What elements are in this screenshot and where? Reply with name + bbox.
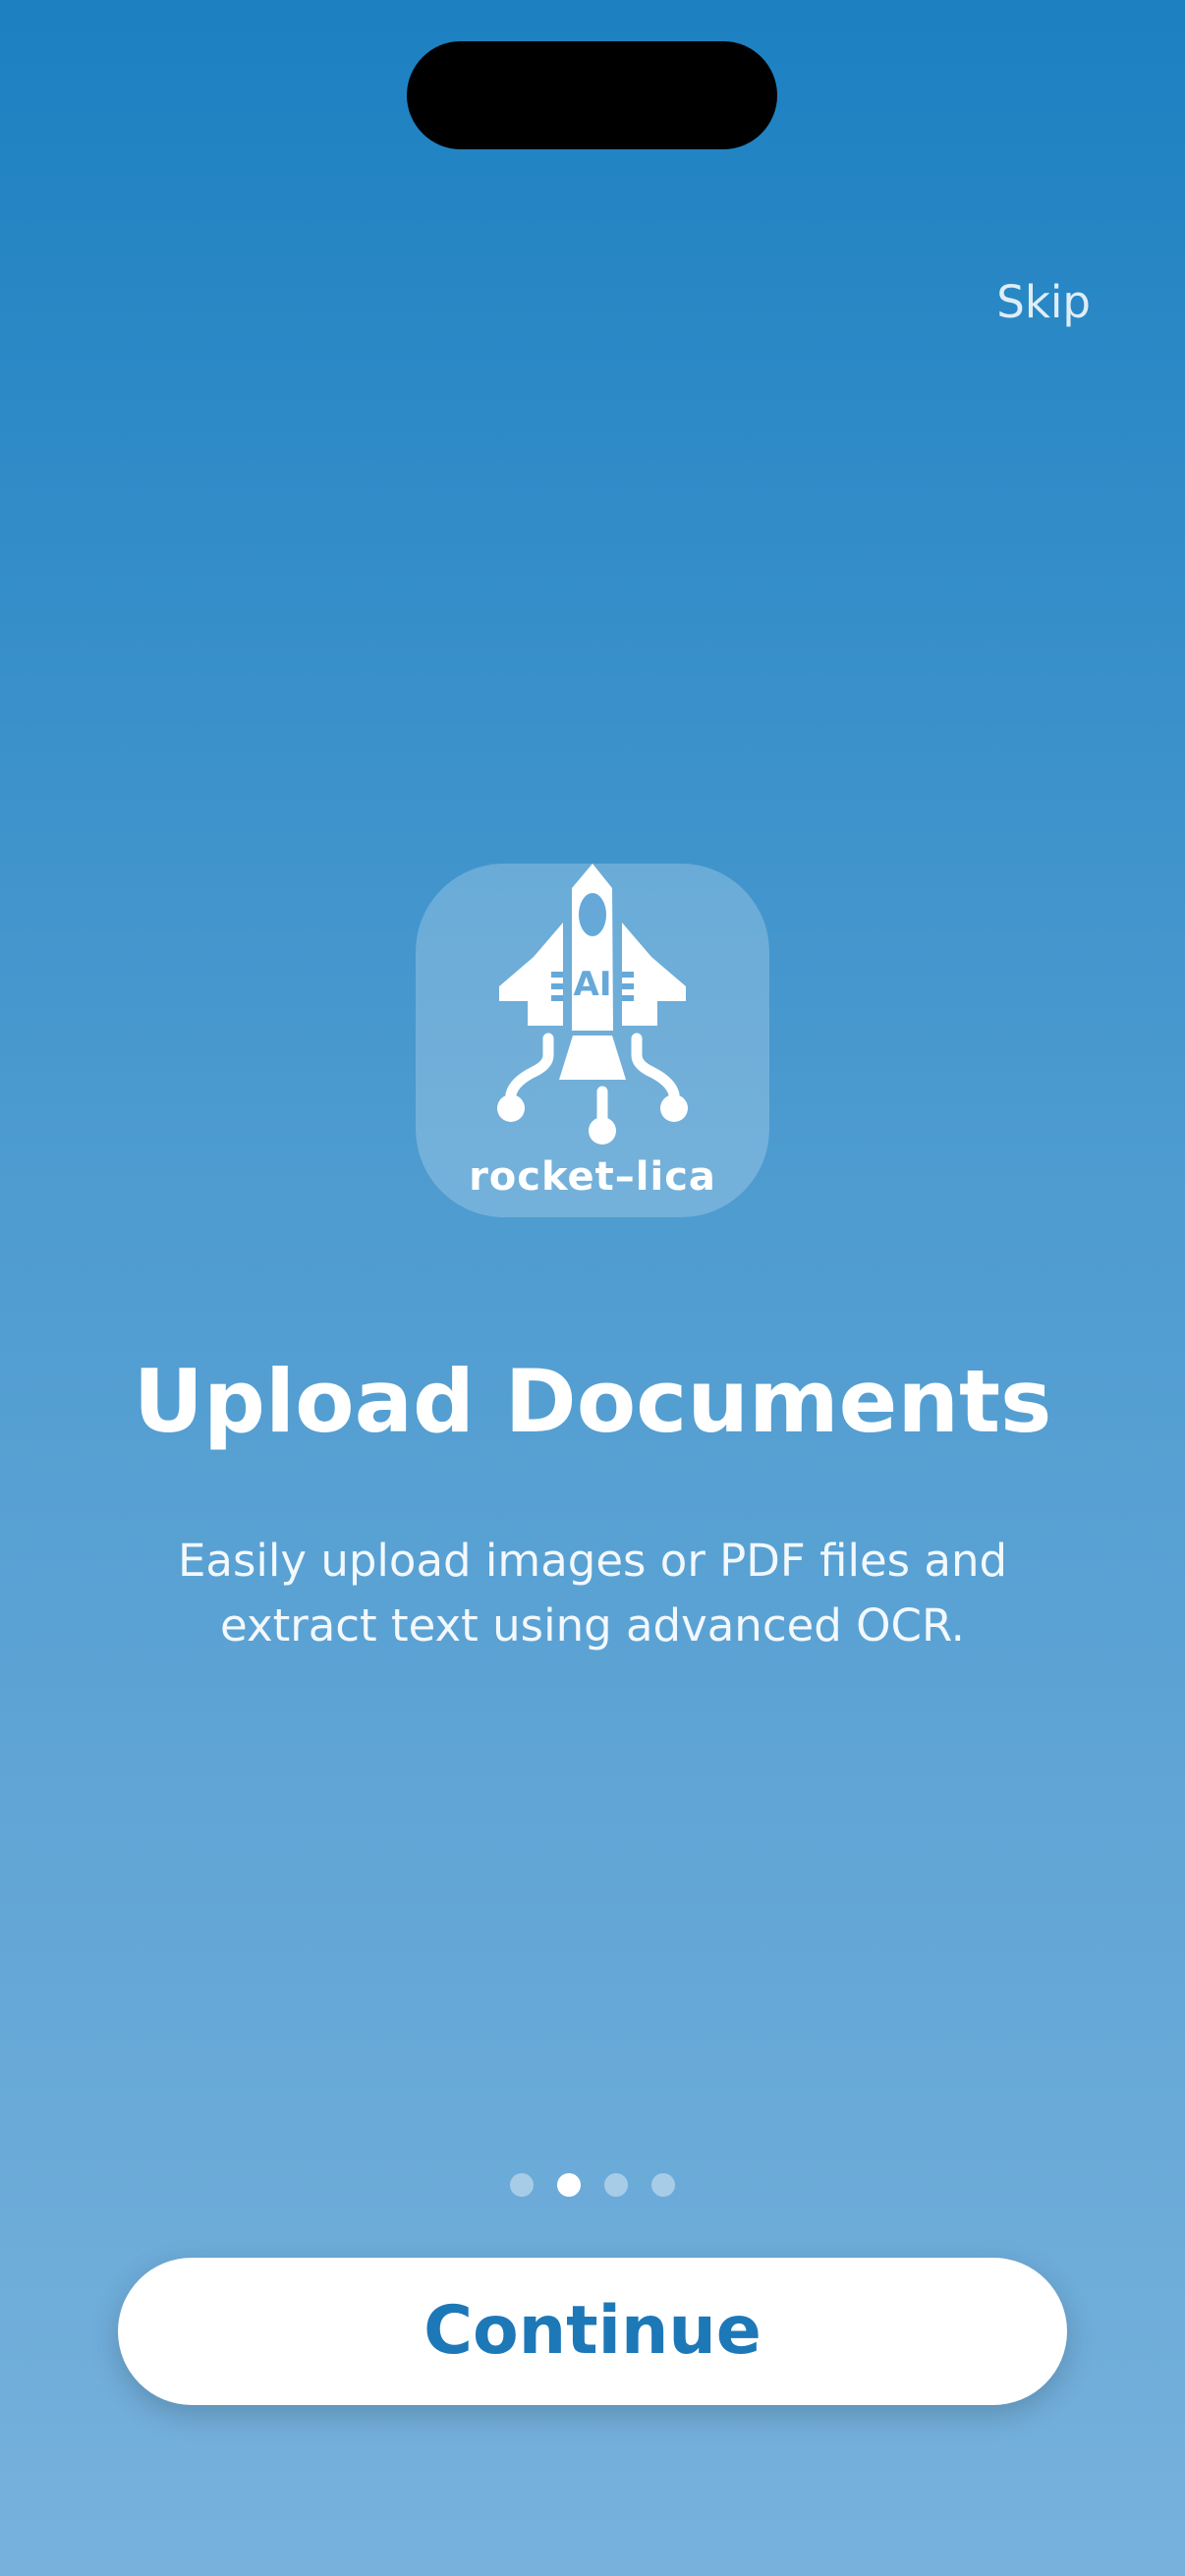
- skip-button[interactable]: Skip: [996, 275, 1091, 330]
- logo-badge-text: AI: [574, 965, 612, 1004]
- app-logo: AI rocket–lica: [416, 864, 769, 1217]
- page-subtitle: Easily upload images or PDF files and ex…: [177, 1535, 1008, 1652]
- page-title: Upload Documents: [133, 1351, 1052, 1452]
- page-dot-3[interactable]: [604, 2173, 628, 2197]
- onboarding-screen: Skip AI rocket–lica Upload Documents Eas…: [0, 0, 1185, 2576]
- page-dot-2-active[interactable]: [557, 2173, 581, 2197]
- page-dot-4[interactable]: [651, 2173, 675, 2197]
- page-indicator[interactable]: [0, 2173, 1185, 2199]
- page-dot-1[interactable]: [510, 2173, 534, 2197]
- dynamic-island: [407, 41, 777, 149]
- rocket-icon: AI: [497, 864, 688, 1145]
- continue-button[interactable]: Continue: [118, 2258, 1067, 2405]
- logo-wordmark: rocket–lica: [469, 1154, 716, 1200]
